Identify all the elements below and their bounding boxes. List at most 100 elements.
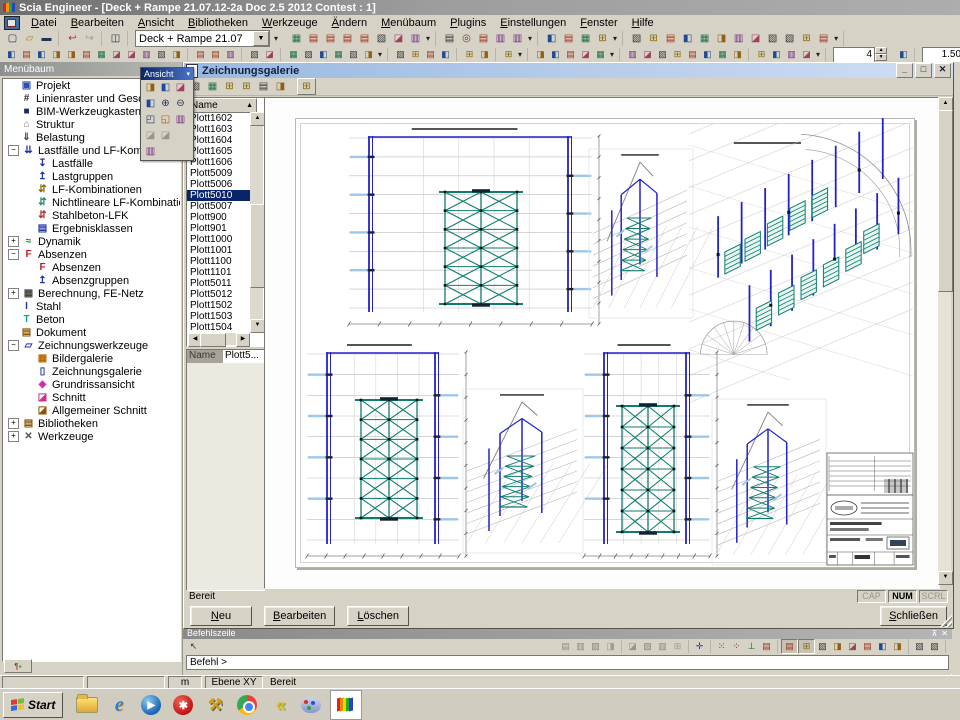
snap-intersection-icon[interactable]: ▧ xyxy=(815,640,830,653)
plot-list-item[interactable]: Plott901 xyxy=(187,223,251,234)
group-drop-icon[interactable]: ▾ xyxy=(611,34,619,43)
property-value[interactable]: Plott5... xyxy=(223,350,264,363)
rectangle-tool-icon[interactable]: ▤ xyxy=(563,48,578,61)
tree-item-nichtlineare-lf-kombinationen[interactable]: ⇵Nichtlineare LF-Kombinationen xyxy=(3,196,180,209)
window-view-1-icon[interactable]: ▧ xyxy=(393,48,408,61)
plot-list-item[interactable]: Plott1001 xyxy=(187,245,251,256)
plot-list-item[interactable]: Plott1502 xyxy=(187,300,251,311)
chrome-taskbar-icon[interactable] xyxy=(234,692,260,718)
save-icon[interactable]: ▬ xyxy=(38,31,55,46)
plot-list-item[interactable]: Plott900 xyxy=(187,212,251,223)
arc-segment-icon[interactable]: ▧ xyxy=(588,640,603,653)
zoom-all-icon[interactable]: ◱ xyxy=(158,113,173,127)
tree-item-bildergalerie[interactable]: ▦Bildergalerie xyxy=(3,352,180,365)
menu-ändern[interactable]: Ändern xyxy=(325,15,374,31)
redo-icon[interactable]: ↪ xyxy=(81,31,98,46)
member-prop-3-icon[interactable]: ▧ xyxy=(655,48,670,61)
pin-icon[interactable]: ⊼ xyxy=(931,629,937,638)
plot-list-item[interactable]: Plott1602 xyxy=(187,113,251,124)
edit-plot-icon[interactable]: ▦ xyxy=(204,79,221,94)
resize-grip[interactable] xyxy=(940,615,952,627)
member-prop-8-icon[interactable]: ◨ xyxy=(730,48,745,61)
ortho-mode-icon[interactable]: ⊥ xyxy=(744,640,759,653)
collapse-icon[interactable]: − xyxy=(8,145,19,156)
trim-tool-icon[interactable]: ⊞ xyxy=(462,48,477,61)
plot-list-item[interactable]: Plott1605 xyxy=(187,146,251,157)
scroll-up-icon[interactable]: ▲ xyxy=(938,97,953,111)
expand-icon[interactable]: + xyxy=(8,431,19,442)
tree-item-stahl[interactable]: IStahl xyxy=(3,300,180,313)
explorer-folder-taskbar-icon[interactable] xyxy=(74,692,100,718)
plot-list-item[interactable]: Plott1606 xyxy=(187,157,251,168)
dot-grid-icon[interactable]: ⁘ xyxy=(729,640,744,653)
save-view-icon[interactable]: ⊞ xyxy=(754,48,769,61)
menu-plugins[interactable]: Plugins xyxy=(443,15,493,31)
scroll-right-icon[interactable]: ▶ xyxy=(236,333,250,347)
chart-icon[interactable]: ▦ xyxy=(577,31,594,46)
frame-tool-icon[interactable]: ▧ xyxy=(154,48,169,61)
delete-button[interactable]: Löschen xyxy=(347,606,409,626)
dialog-titlebar[interactable]: Zeichnungsgalerie _ □ ✕ xyxy=(184,63,953,78)
chevron-down-icon[interactable]: ▾ xyxy=(186,70,190,78)
wall-tool-icon[interactable]: ◨ xyxy=(49,48,64,61)
save-plot-icon[interactable]: ◨ xyxy=(272,79,289,94)
ansicht-titlebar[interactable]: Ansicht ▾ xyxy=(141,68,193,80)
command-input[interactable]: Befehl > xyxy=(186,655,949,670)
tree-item-lf-kombinationen[interactable]: ⇵LF-Kombinationen xyxy=(3,183,180,196)
undo-icon[interactable]: ↩ xyxy=(64,31,81,46)
media-player-taskbar-icon[interactable]: ▶ xyxy=(138,692,164,718)
plot-list-item[interactable]: Plott5007 xyxy=(187,201,251,212)
layers-icon[interactable]: ▤ xyxy=(305,31,322,46)
group-drop-icon[interactable]: ▾ xyxy=(526,34,534,43)
scroll-down-icon[interactable]: ▼ xyxy=(938,571,953,585)
connect-members-icon[interactable]: ▦ xyxy=(288,31,305,46)
window-view-3-icon[interactable]: ▤ xyxy=(423,48,438,61)
tree-item-beton[interactable]: TBeton xyxy=(3,313,180,326)
copy-tool-icon[interactable]: ▧ xyxy=(301,48,316,61)
tree-item-absenzgruppen[interactable]: ↥Absenzgruppen xyxy=(3,274,180,287)
expand-icon[interactable]: + xyxy=(8,236,19,247)
line-tool-icon[interactable]: ◨ xyxy=(533,48,548,61)
polyline-edit-icon[interactable]: ⊞ xyxy=(501,48,516,61)
tree-item-schnitt[interactable]: ◪Schnitt xyxy=(3,391,180,404)
mirror-tool-icon[interactable]: ▧ xyxy=(346,48,361,61)
menu-fenster[interactable]: Fenster xyxy=(573,15,624,31)
menu-bearbeiten[interactable]: Bearbeiten xyxy=(64,15,131,31)
print-plot-icon[interactable]: ▤ xyxy=(255,79,272,94)
export-dwg-icon[interactable]: ◧ xyxy=(769,48,784,61)
scroll-thumb[interactable] xyxy=(938,110,953,292)
tree-item-absenzen[interactable]: −FAbsenzen xyxy=(3,248,180,261)
zoom-in-icon[interactable]: ⊕ xyxy=(158,97,173,111)
close-all-panels-icon[interactable]: ◫ xyxy=(107,31,124,46)
plot-list-item[interactable]: Plott5010 xyxy=(187,190,251,201)
delete-plot-icon[interactable]: ⊞ xyxy=(238,79,255,94)
view-window-4-icon[interactable]: ◧ xyxy=(679,31,696,46)
scroll-thumb[interactable] xyxy=(200,333,226,347)
view-window-7-icon[interactable]: ▥ xyxy=(730,31,747,46)
list-header[interactable]: Name ▲ xyxy=(187,98,257,113)
scroll-thumb[interactable] xyxy=(250,204,265,288)
render-view-icon[interactable]: ▤ xyxy=(322,31,339,46)
scale_value-spinner[interactable]: 1.50▲▼ xyxy=(922,47,960,63)
menu-einstellungen[interactable]: Einstellungen xyxy=(493,15,573,31)
plot-list-item[interactable]: Plott1101 xyxy=(187,267,251,278)
view-window-6-icon[interactable]: ◨ xyxy=(713,31,730,46)
redraw-icon[interactable]: ◪ xyxy=(158,129,173,143)
plot-list-item[interactable]: Plott5011 xyxy=(187,278,251,289)
view-window-11-icon[interactable]: ⊞ xyxy=(798,31,815,46)
zoom-window-icon[interactable]: ◰ xyxy=(143,113,158,127)
menu-menübaum[interactable]: Menübaum xyxy=(374,15,443,31)
group-drop-icon[interactable]: ▾ xyxy=(424,34,432,43)
check-structure-icon[interactable]: ▥ xyxy=(223,48,238,61)
tree-item-zeichnungsgalerie[interactable]: ▯Zeichnungsgalerie xyxy=(3,365,180,378)
plot-list-item[interactable]: Plott1504 xyxy=(187,322,251,333)
snap-arc-center-icon[interactable]: ◨ xyxy=(890,640,905,653)
collapse-icon[interactable]: − xyxy=(8,249,19,260)
open-project-icon[interactable]: ▱ xyxy=(21,31,38,46)
top-view-icon[interactable]: ◨ xyxy=(143,81,158,95)
menu-werkzeuge[interactable]: Werkzeuge xyxy=(255,15,325,31)
close-icon[interactable]: ✕ xyxy=(941,629,948,638)
cross-link-icon[interactable]: ◪ xyxy=(262,48,277,61)
list-horizontal-scrollbar[interactable]: ◀ ▶ xyxy=(188,333,250,345)
member-prop-1-icon[interactable]: ▥ xyxy=(625,48,640,61)
